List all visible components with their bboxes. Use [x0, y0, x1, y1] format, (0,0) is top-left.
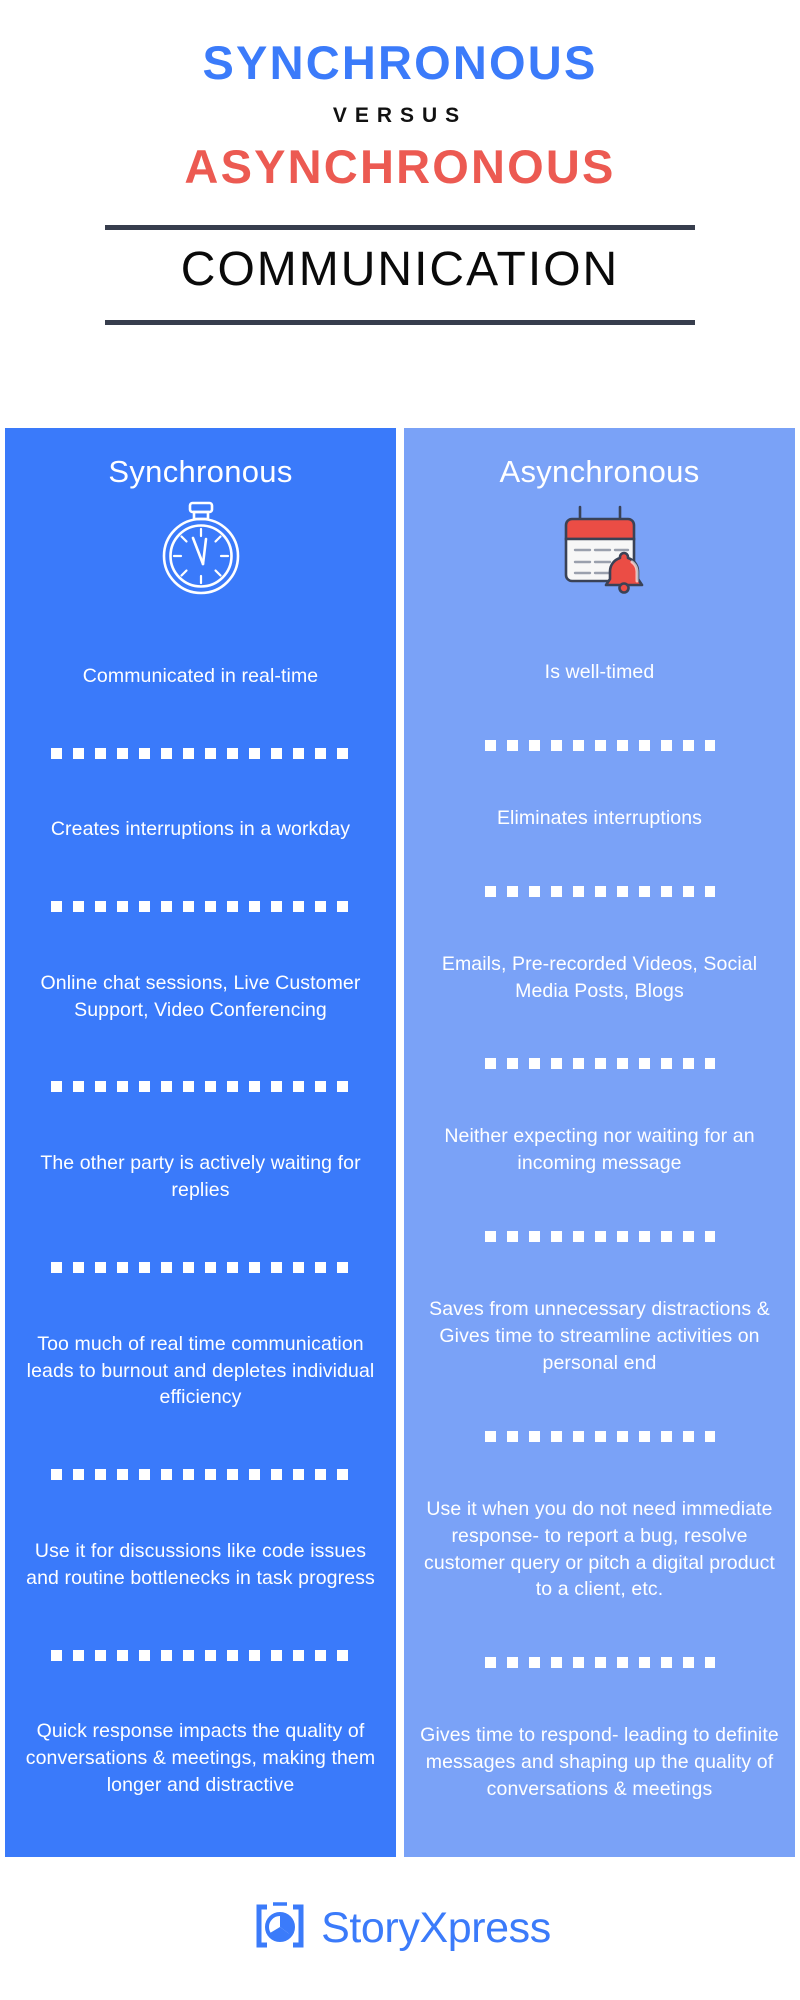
title-versus: VERSUS	[332, 104, 468, 128]
row-divider	[484, 1657, 715, 1669]
list-item: Emails, Pre-recorded Videos, Social Medi…	[441, 952, 758, 1002]
storyxpress-play-bracket-icon	[249, 1897, 311, 1960]
list-item: Gives time to respond- leading to defini…	[420, 1724, 779, 1801]
list-item: Online chat sessions, Live Customer Supp…	[40, 971, 361, 1021]
list-item: Saves from unnecessary distractions & Gi…	[429, 1298, 770, 1374]
row-divider	[484, 885, 715, 897]
list-item: Use it when you do not need immediate re…	[424, 1497, 775, 1601]
list-item: Quick response impacts the quality of co…	[25, 1720, 376, 1797]
header: SYNCHRONOUS VERSUS ASYNCHRONOUS COMMUNIC…	[0, 0, 800, 420]
rows-synchronous: Communicated in real-time Creates interr…	[5, 605, 396, 1857]
list-item: Creates interruptions in a workday	[50, 818, 351, 841]
title-communication: COMMUNICATION	[180, 243, 620, 297]
stopwatch-icon	[153, 493, 249, 605]
divider-bottom	[105, 319, 695, 325]
comparison-columns: Synchronous Communicated in real-time Cr…	[5, 428, 795, 1857]
column-synchronous: Synchronous Communicated in real-time Cr…	[5, 428, 396, 1857]
brand-name: StoryXpress	[321, 1904, 551, 1952]
row-divider	[50, 1261, 351, 1273]
row-divider	[484, 1231, 715, 1243]
list-item: Use it for discussions like code issues …	[26, 1540, 375, 1589]
list-item: Too much of real time communication lead…	[26, 1332, 375, 1409]
list-item: Is well-timed	[544, 660, 655, 683]
row-divider	[484, 739, 715, 751]
row-divider	[50, 901, 351, 913]
row-divider	[484, 1058, 715, 1070]
list-item: Neither expecting nor waiting for an inc…	[444, 1125, 755, 1175]
column-heading-asynchronous: Asynchronous	[499, 454, 700, 489]
calendar-bell-icon	[550, 493, 650, 605]
title-asynchronous: ASYNCHRONOUS	[184, 140, 616, 194]
divider-top	[105, 225, 695, 231]
row-divider	[484, 1430, 715, 1442]
row-divider	[50, 1469, 351, 1481]
rows-asynchronous: Is well-timed Eliminates interruptions E…	[404, 605, 795, 1857]
list-item: Eliminates interruptions	[496, 806, 703, 829]
column-heading-synchronous: Synchronous	[108, 454, 293, 489]
title-synchronous: SYNCHRONOUS	[202, 36, 598, 89]
column-asynchronous: Asynchronous Is well-timed Eliminates in…	[404, 428, 795, 1857]
row-divider	[50, 1649, 351, 1661]
list-item: Communicated in real-time	[82, 664, 319, 687]
infographic-page: SYNCHRONOUS VERSUS ASYNCHRONOUS COMMUNIC…	[0, 0, 800, 2000]
row-divider	[50, 1081, 351, 1093]
list-item: The other party is actively waiting for …	[40, 1152, 361, 1202]
row-divider	[50, 747, 351, 759]
footer: StoryXpress	[0, 1857, 800, 2000]
